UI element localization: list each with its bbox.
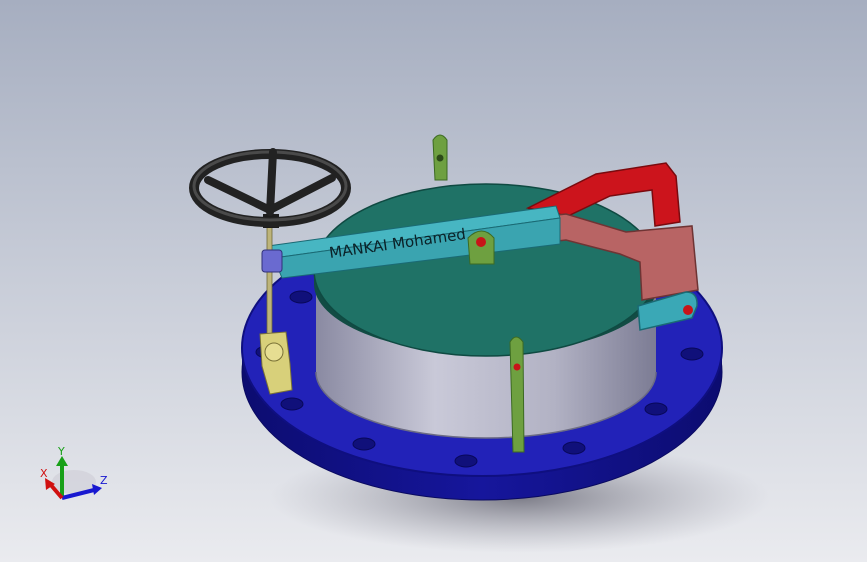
bolt-hole <box>289 290 313 304</box>
bolt-hole <box>454 454 478 468</box>
threaded-stem <box>266 217 273 337</box>
yoke-nut <box>261 249 283 273</box>
lid[interactable] <box>313 183 659 357</box>
z-axis-label: Z <box>100 474 108 487</box>
cad-viewport[interactable]: MANKAI Mohamed X Y Z <box>0 0 867 562</box>
y-axis-label: Y <box>57 446 65 458</box>
handwheel-spoke <box>266 148 277 216</box>
bolt-hole <box>280 397 304 411</box>
front-hinge-lug[interactable] <box>509 336 525 453</box>
handwheel-spoke <box>266 174 336 214</box>
lug-pin-hole <box>436 154 444 162</box>
handwheel[interactable] <box>189 148 351 227</box>
stem-block-boss <box>264 342 284 362</box>
handwheel-spoke <box>204 176 274 214</box>
front-lug-bolt <box>513 363 521 371</box>
rear-hinge-lug[interactable] <box>432 134 448 181</box>
bolt-hole <box>680 347 704 361</box>
x-axis-label: X <box>40 467 48 480</box>
front-lug-plate <box>509 336 525 453</box>
cyan-link-bolt <box>683 305 693 315</box>
bolt-hole <box>352 437 376 451</box>
axis-triad[interactable]: X Y Z <box>30 446 120 516</box>
bolt-hole <box>562 441 586 455</box>
bolt-hole <box>644 402 668 416</box>
arm-pivot-bolt <box>476 237 486 247</box>
arm-pivot-lug <box>467 230 495 265</box>
lid-top-face <box>313 183 659 357</box>
manhole-cover-model[interactable]: MANKAI Mohamed <box>0 0 867 562</box>
